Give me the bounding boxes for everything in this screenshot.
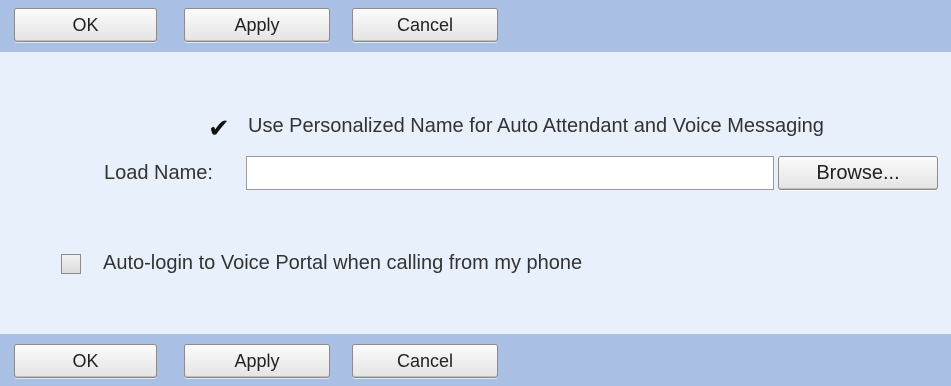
cancel-button-top[interactable]: Cancel [352,8,498,42]
ok-button-top[interactable]: OK [14,8,157,42]
load-name-input[interactable] [246,156,774,190]
cancel-button-bottom[interactable]: Cancel [352,344,498,378]
bottom-toolbar: OK Apply Cancel [0,334,951,386]
load-name-label: Load Name: [104,162,213,184]
auto-login-checkbox[interactable] [61,254,81,274]
settings-panel [0,52,951,334]
browse-button[interactable]: Browse... [778,156,938,190]
page: OK Apply Cancel ✔ Use Personalized Name … [0,0,951,386]
auto-login-label: Auto-login to Voice Portal when calling … [103,252,583,274]
apply-button-bottom[interactable]: Apply [184,344,330,378]
checkmark-icon[interactable]: ✔ [208,113,230,143]
personalized-name-label: Use Personalized Name for Auto Attendant… [248,115,824,137]
apply-button-top[interactable]: Apply [184,8,330,42]
top-toolbar: OK Apply Cancel [0,0,951,52]
ok-button-bottom[interactable]: OK [14,344,157,378]
